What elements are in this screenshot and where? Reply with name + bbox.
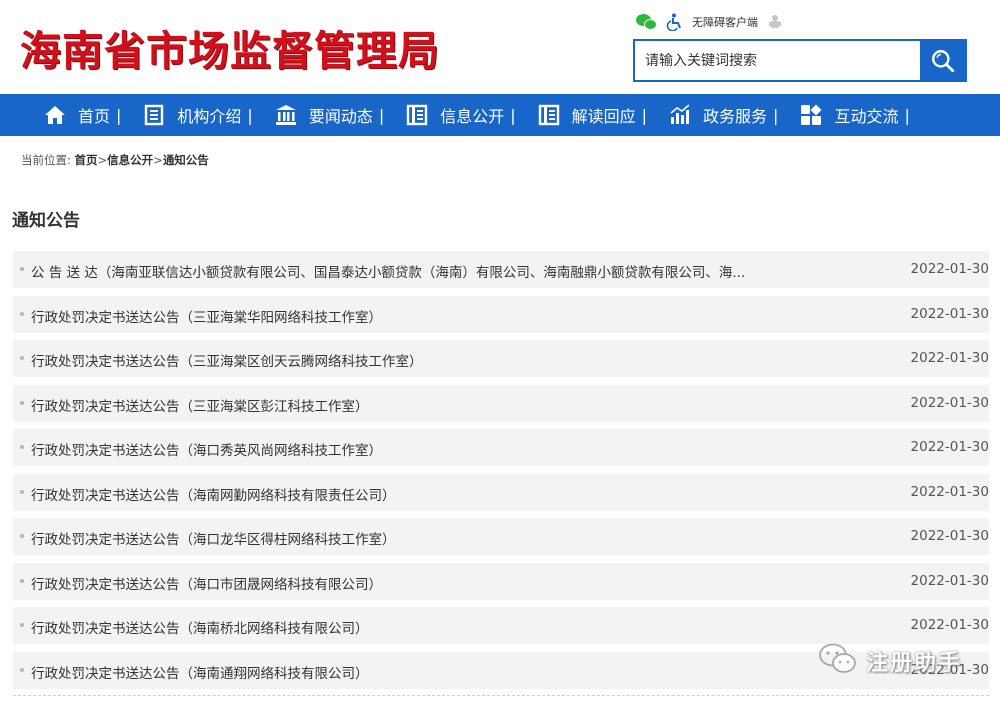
nav-item-label: 政务服务 (703, 107, 768, 126)
nav-item-label: 互动交流 (834, 107, 899, 126)
site-logo-title[interactable]: 海南省市场监督管理局 (20, 17, 440, 77)
mobile-icon[interactable] (766, 13, 784, 31)
nav-separator: | (247, 105, 253, 125)
notice-title[interactable]: 行政处罚决定书送达公告（海南网勤网络科技有限责任公司） (31, 484, 396, 504)
bullet-dot-icon (20, 400, 24, 405)
breadcrumb-prefix: 当前位置: (21, 153, 71, 167)
nav-item-interaction[interactable]: 互动交流 | (800, 94, 910, 136)
notice-title[interactable]: 行政处罚决定书送达公告（三亚海棠区创天云腾网络科技工作室） (31, 350, 423, 370)
bullet-dot-icon (20, 534, 24, 538)
watermark: 注册助手 (818, 642, 962, 680)
notice-date: 2022-01-30 (910, 617, 989, 633)
nav-separator: | (641, 105, 648, 125)
breadcrumb-separator: > (97, 153, 108, 167)
list-item[interactable]: 行政处罚决定书送达公告（三亚海棠区彭江科技工作室） 2022-01-30 (13, 384, 989, 422)
notice-title[interactable]: 行政处罚决定书送达公告（三亚海棠区彭江科技工作室） (31, 395, 369, 415)
notice-title[interactable]: 行政处罚决定书送达公告（海南桥北网络科技有限公司） (31, 617, 369, 637)
bullet-dot-icon (20, 267, 24, 271)
breadcrumb: 当前位置: 首页>信息公开>通知公告 (21, 152, 209, 168)
nav-separator: | (510, 105, 516, 125)
grid-icon (800, 104, 822, 126)
top-tools: 无障碍客户端 (636, 10, 784, 34)
notice-date: 2022-01-30 (910, 261, 989, 277)
notice-date: 2022-01-30 (910, 350, 989, 366)
bullet-dot-icon (20, 445, 24, 449)
nav-item-services[interactable]: 政务服务 | (669, 94, 778, 136)
list-item[interactable]: 行政处罚决定书送达公告（海南桥北网络科技有限公司） 2022-01-30 (13, 607, 989, 644)
nav-item-label: 信息公开 (440, 107, 505, 126)
breadcrumb-home[interactable]: 首页 (75, 153, 98, 167)
notice-title[interactable]: 行政处罚决定书送达公告（海南通翔网络科技有限公司） (31, 662, 369, 682)
breadcrumb-separator: > (153, 153, 163, 167)
bullet-dot-icon (20, 578, 24, 583)
nav-separator: | (116, 105, 122, 125)
notice-date: 2022-01-30 (910, 572, 989, 589)
search-box (633, 39, 967, 82)
notice-date: 2022-01-30 (910, 528, 989, 544)
nav-item-about[interactable]: 机构介绍 | (143, 94, 253, 136)
search-input[interactable] (635, 41, 921, 80)
section-title: 通知公告 (12, 211, 80, 231)
notice-date: 2022-01-30 (910, 394, 989, 411)
list-item[interactable]: 行政处罚决定书送达公告（海口秀英风尚网络科技工作室） 2022-01-30 (13, 429, 989, 466)
list-item[interactable]: 公 告 送 达（海南亚联信达小额贷款有限公司、国昌泰达小额贷款（海南）有限公司、… (13, 251, 989, 288)
nav-separator: | (904, 105, 910, 125)
accessibility-icon[interactable] (666, 13, 684, 32)
nav-separator: | (378, 105, 385, 125)
nav-item-label: 首页 (78, 107, 111, 126)
bullet-dot-icon (20, 489, 24, 494)
list-item[interactable]: 行政处罚决定书送达公告（三亚海棠区创天云腾网络科技工作室） 2022-01-30 (13, 340, 989, 377)
site-header: 海南省市场监督管理局 无障碍客户端 (0, 0, 1000, 94)
list-item[interactable]: 行政处罚决定书送达公告（三亚海棠华阳网络科技工作室） 2022-01-30 (13, 295, 989, 333)
home-icon (44, 104, 66, 126)
search-icon (931, 49, 954, 72)
wechat-watermark-icon (818, 642, 858, 680)
nav-item-label: 解读回应 (571, 107, 636, 126)
notice-title[interactable]: 行政处罚决定书送达公告（海口市团晟网络科技有限公司） (31, 573, 382, 593)
book-icon (406, 104, 428, 126)
nav-item-label: 机构介绍 (177, 107, 242, 126)
document-icon (143, 104, 165, 126)
book-icon (538, 104, 560, 126)
list-item[interactable]: 行政处罚决定书送达公告（海口市团晟网络科技有限公司） 2022-01-30 (13, 562, 989, 600)
notice-date: 2022-01-30 (910, 305, 989, 322)
building-icon (275, 104, 297, 126)
list-item[interactable]: 行政处罚决定书送达公告（海口龙华区得柱网络科技工作室） 2022-01-30 (13, 518, 989, 555)
notice-title[interactable]: 公 告 送 达（海南亚联信达小额贷款有限公司、国昌泰达小额贷款（海南）有限公司、… (31, 261, 745, 281)
nav-item-home[interactable]: 首页 | (44, 94, 121, 136)
search-button[interactable] (920, 41, 965, 80)
notice-title[interactable]: 行政处罚决定书送达公告（海口龙华区得柱网络科技工作室） (31, 528, 396, 548)
nav-separator: | (773, 105, 779, 125)
chart-icon (669, 104, 691, 126)
breadcrumb-info-disclosure[interactable]: 信息公开 (107, 153, 153, 167)
breadcrumb-notices[interactable]: 通知公告 (163, 153, 209, 167)
notice-list: 公 告 送 达（海南亚联信达小额贷款有限公司、国昌泰达小额贷款（海南）有限公司、… (13, 251, 989, 696)
list-bottom-divider (13, 695, 989, 696)
watermark-text: 注册助手 (866, 651, 963, 676)
accessibility-client-link[interactable]: 无障碍客户端 (692, 14, 758, 30)
notice-title[interactable]: 行政处罚决定书送达公告（三亚海棠华阳网络科技工作室） (31, 306, 382, 326)
notice-date: 2022-01-30 (910, 483, 989, 500)
nav-item-label: 要闻动态 (308, 107, 373, 126)
bullet-dot-icon (20, 311, 24, 316)
main-nav: 首页 | 机构介绍 | 要闻动态 | 信息公开 | 解读回应 | 政务服务 | (0, 94, 1000, 136)
bullet-dot-icon (20, 356, 24, 360)
notice-title[interactable]: 行政处罚决定书送达公告（海口秀英风尚网络科技工作室） (31, 439, 382, 459)
notice-date: 2022-01-30 (910, 439, 989, 455)
nav-item-info-disclosure[interactable]: 信息公开 | (406, 94, 516, 136)
bullet-dot-icon (20, 667, 24, 672)
nav-item-interpretation[interactable]: 解读回应 | (538, 94, 647, 136)
wechat-icon[interactable] (636, 13, 658, 31)
list-item[interactable]: 行政处罚决定书送达公告（海南网勤网络科技有限责任公司） 2022-01-30 (13, 473, 989, 511)
nav-item-news[interactable]: 要闻动态 | (275, 94, 384, 136)
bullet-dot-icon (20, 623, 24, 627)
